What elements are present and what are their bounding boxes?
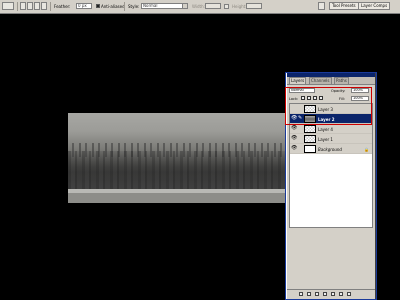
layer-mask-icon[interactable] <box>315 292 319 296</box>
options-bar: Feather: 0 px Anti-aliased Style: Normal… <box>0 0 400 14</box>
tool-preset-picker[interactable] <box>2 2 14 10</box>
width-input[interactable] <box>205 3 221 9</box>
feather-input[interactable]: 0 px <box>76 3 92 9</box>
tab-channels[interactable]: Channels <box>309 77 332 84</box>
layer-row-layer-1[interactable]: 👁 Layer 1 <box>290 134 372 144</box>
layer-thumbnail <box>304 145 316 153</box>
height-input[interactable] <box>246 3 262 9</box>
new-group-icon[interactable] <box>331 292 335 296</box>
tab-tool-presets[interactable]: Tool Presets <box>329 2 359 10</box>
link-layers-icon[interactable] <box>299 292 303 296</box>
new-selection-icon[interactable] <box>20 2 26 10</box>
layer-row-background[interactable]: 👁 Background 🔒 <box>290 144 372 154</box>
antialiased-checkbox[interactable] <box>96 4 100 8</box>
annotation-highlight-box <box>285 87 372 125</box>
style-select-value: Normal <box>143 3 158 8</box>
subtract-from-selection-icon[interactable] <box>34 2 40 10</box>
adjustment-layer-icon[interactable] <box>323 292 327 296</box>
tab-paths[interactable]: Paths <box>334 77 349 84</box>
chevron-down-icon <box>182 4 187 8</box>
tab-layers[interactable]: Layers <box>289 77 307 84</box>
palette-tab-strip: Layers Channels Paths <box>287 77 375 85</box>
palette-bottom-bar <box>287 289 375 298</box>
style-label: Style: <box>128 4 140 9</box>
new-layer-icon[interactable] <box>339 292 343 296</box>
style-select[interactable]: Normal <box>141 3 188 9</box>
eye-icon[interactable]: 👁 <box>291 136 297 141</box>
layer-name: Background <box>318 147 342 152</box>
height-label: Height: <box>232 4 247 9</box>
layer-name: Layer 4 <box>318 127 333 132</box>
layer-thumbnail <box>304 135 316 143</box>
eye-icon[interactable]: 👁 <box>291 126 297 131</box>
layer-name: Layer 1 <box>318 137 333 142</box>
width-label: Width: <box>192 4 205 9</box>
trash-icon[interactable] <box>347 292 351 296</box>
feather-label: Feather: <box>54 4 71 9</box>
layer-row-layer-4[interactable]: 👁 Layer 4 <box>290 124 372 134</box>
lock-icon: 🔒 <box>364 147 369 152</box>
palette-well-icon[interactable] <box>318 2 325 10</box>
image-ground <box>68 193 288 203</box>
swap-icon[interactable] <box>224 4 229 9</box>
layer-style-icon[interactable] <box>307 292 311 296</box>
eye-icon[interactable]: 👁 <box>291 146 297 151</box>
intersect-selection-icon[interactable] <box>41 2 47 10</box>
layer-thumbnail <box>304 125 316 133</box>
image-trees <box>68 151 288 189</box>
tab-layer-comps[interactable]: Layer Comps <box>358 2 391 10</box>
add-to-selection-icon[interactable] <box>27 2 33 10</box>
antialiased-label: Anti-aliased <box>101 4 125 9</box>
document-canvas-image[interactable] <box>68 113 288 203</box>
